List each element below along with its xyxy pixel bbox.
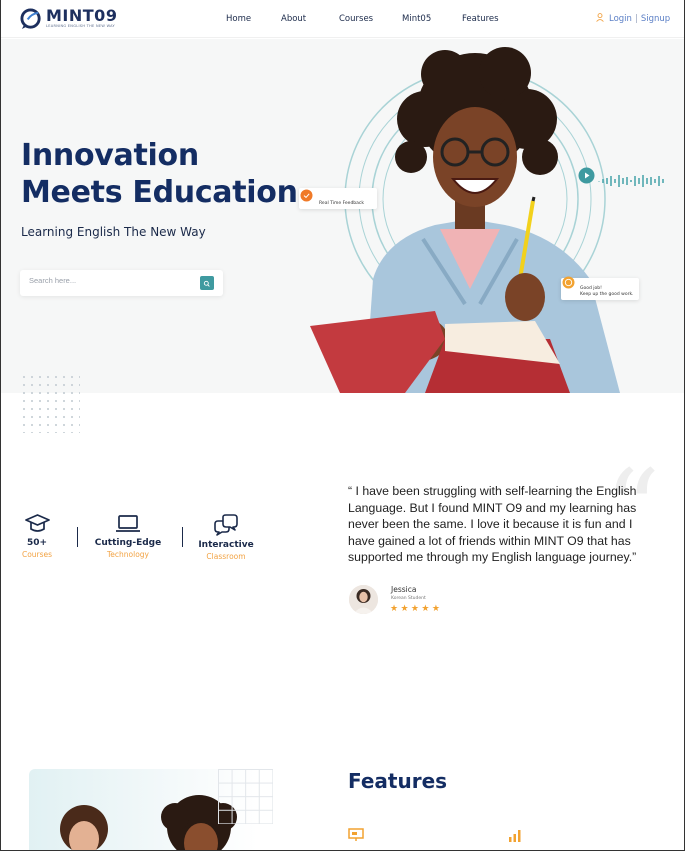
feedback-chip-label: Real Time Feedback [319, 201, 365, 206]
brand-tagline: LEARNING ENGLISH THE NEW WAY [46, 24, 115, 28]
stat-courses: 50+ Courses [14, 514, 60, 559]
avatar-image [349, 585, 378, 614]
stat-classroom: Interactive Classroom [196, 514, 256, 561]
play-icon[interactable] [578, 167, 595, 184]
search-button[interactable] [200, 276, 214, 290]
testimonial-name: Jessica [391, 585, 417, 594]
nav-home[interactable]: Home [226, 14, 251, 24]
rating-stars: ★★★★★ [390, 604, 443, 614]
decorative-dot-grid [20, 373, 80, 433]
nav-features[interactable]: Features [462, 14, 499, 24]
nav-mint05[interactable]: Mint05 [402, 14, 431, 24]
presentation-icon [348, 828, 364, 841]
chat-bubbles-icon [214, 514, 238, 536]
stat-divider [182, 527, 183, 547]
testimonial-role: Korean Student [391, 596, 426, 601]
hero-subtitle: Learning English The New Way [21, 225, 206, 239]
login-link[interactable]: Login [609, 14, 632, 24]
graduation-cap-icon [24, 514, 50, 532]
nav-about[interactable]: About [281, 14, 306, 24]
signup-link[interactable]: Signup [641, 14, 670, 24]
good-job-line2: Keep up the good work. [580, 292, 634, 297]
stat-title: Cutting-Edge [94, 538, 162, 548]
good-job-line1: Good job! [580, 286, 602, 291]
search-input[interactable] [29, 276, 189, 285]
auth-links: Login | Signup [596, 13, 670, 24]
realtime-feedback-chip: Real Time Feedback [299, 188, 377, 209]
check-circle-icon [300, 189, 313, 202]
logo-icon [20, 8, 41, 30]
soundwave-icon [598, 175, 664, 187]
stat-technology: Cutting-Edge Technology [93, 514, 163, 559]
search-bar [20, 270, 223, 296]
smile-icon [562, 276, 575, 289]
search-icon [203, 280, 210, 287]
audio-wave-chip [577, 167, 667, 194]
bar-chart-icon [509, 830, 521, 842]
hero-title: Innovation Meets Education [21, 138, 298, 210]
top-navbar: MINT09 LEARNING ENGLISH THE NEW WAY Home… [0, 0, 685, 38]
nav-courses[interactable]: Courses [339, 14, 373, 24]
hero-student-image [310, 47, 620, 393]
stat-divider [77, 527, 78, 547]
stat-subtitle: Classroom [206, 552, 246, 561]
stat-subtitle: Courses [21, 550, 53, 559]
user-icon [596, 13, 604, 22]
stat-subtitle: Technology [106, 550, 149, 559]
testimonial-quote: “ I have been struggling with self-learn… [348, 484, 637, 565]
brand-name: MINT09 [46, 6, 118, 25]
auth-separator: | [634, 14, 638, 24]
laptop-icon [116, 515, 140, 532]
decorative-grid [218, 769, 273, 824]
stat-title: 50+ [26, 538, 48, 548]
stat-title: Interactive [198, 540, 254, 550]
good-job-chip: Good job! Keep up the good work. [561, 276, 639, 300]
avatar [349, 585, 378, 614]
features-title: Features [348, 769, 448, 793]
